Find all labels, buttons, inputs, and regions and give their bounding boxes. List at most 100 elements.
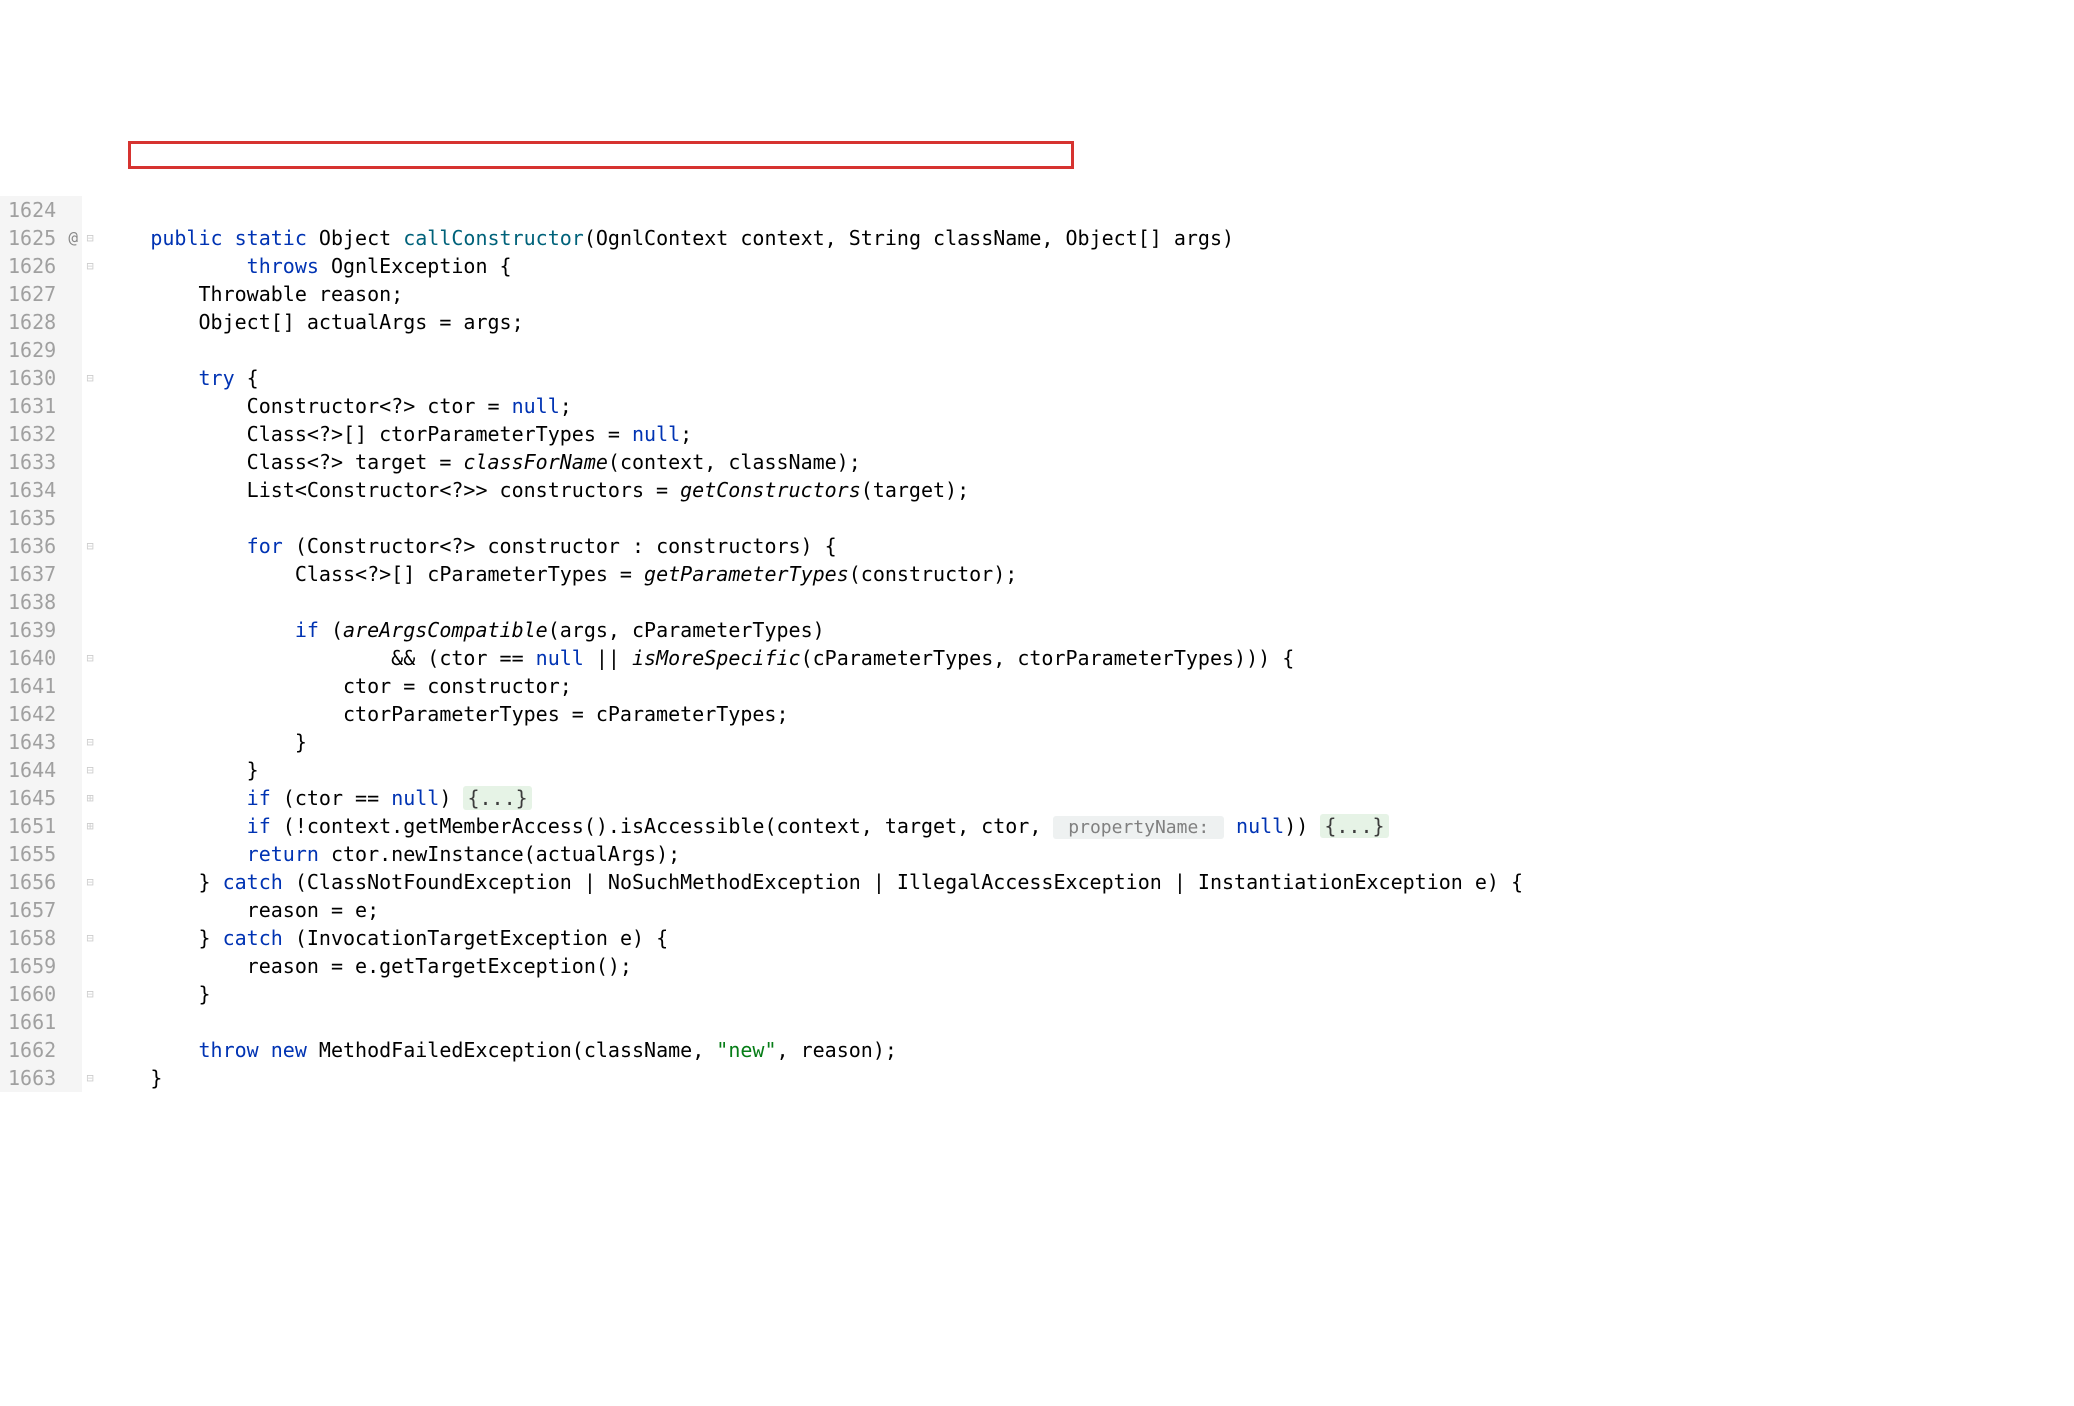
line-number[interactable]: 1624	[8, 196, 56, 224]
code-line[interactable]: } catch (ClassNotFoundException | NoSuch…	[102, 868, 1523, 896]
line-number[interactable]: 1625	[8, 224, 56, 252]
fold-toggle-icon	[82, 672, 98, 700]
gutter-marker	[64, 616, 82, 644]
fold-toggle-icon[interactable]: ⊟	[82, 364, 98, 392]
token-mname: callConstructor	[403, 226, 584, 250]
code-line[interactable]	[102, 196, 1523, 224]
line-number[interactable]: 1635	[8, 504, 56, 532]
code-line[interactable]	[102, 1008, 1523, 1036]
token-kw: public	[150, 226, 222, 250]
line-number[interactable]: 1627	[8, 280, 56, 308]
line-number[interactable]: 1657	[8, 896, 56, 924]
token: List<Constructor<?>> constructors =	[102, 478, 680, 502]
line-number[interactable]: 1641	[8, 672, 56, 700]
token-italic: isMoreSpecific	[632, 646, 801, 670]
fold-toggle-icon[interactable]: ⊟	[82, 1064, 98, 1092]
line-number[interactable]: 1633	[8, 448, 56, 476]
code-editor[interactable]: 1624162516261627162816291630163116321633…	[0, 112, 2074, 1120]
line-number[interactable]: 1660	[8, 980, 56, 1008]
code-line[interactable]: }	[102, 728, 1523, 756]
line-number[interactable]: 1638	[8, 588, 56, 616]
code-line[interactable]: ctor = constructor;	[102, 672, 1523, 700]
code-line[interactable]: } catch (InvocationTargetException e) {	[102, 924, 1523, 952]
line-number[interactable]: 1636	[8, 532, 56, 560]
fold-column[interactable]: ⊟⊟⊟⊟⊟⊟⊟⊞⊞⊟⊟⊟⊟	[82, 196, 98, 1092]
code-line[interactable]: throws OgnlException {	[102, 252, 1523, 280]
line-number[interactable]: 1637	[8, 560, 56, 588]
code-line[interactable]: public static Object callConstructor(Ogn…	[102, 224, 1523, 252]
fold-toggle-icon[interactable]: ⊟	[82, 868, 98, 896]
fold-toggle-icon[interactable]: ⊟	[82, 644, 98, 672]
fold-toggle-icon[interactable]: ⊟	[82, 532, 98, 560]
code-line[interactable]: for (Constructor<?> constructor : constr…	[102, 532, 1523, 560]
gutter-marker	[64, 504, 82, 532]
code-line[interactable]: List<Constructor<?>> constructors = getC…	[102, 476, 1523, 504]
code-line[interactable]: }	[102, 980, 1523, 1008]
fold-toggle-icon[interactable]: ⊞	[82, 784, 98, 812]
code-line[interactable]	[102, 504, 1523, 532]
line-number[interactable]: 1630	[8, 364, 56, 392]
line-number[interactable]: 1640	[8, 644, 56, 672]
code-line[interactable]: Throwable reason;	[102, 280, 1523, 308]
code-line[interactable]: ctorParameterTypes = cParameterTypes;	[102, 700, 1523, 728]
code-line[interactable]: reason = e.getTargetException();	[102, 952, 1523, 980]
code-line[interactable]: Class<?> target = classForName(context, …	[102, 448, 1523, 476]
code-line[interactable]: if (!context.getMemberAccess().isAccessi…	[102, 812, 1523, 840]
token-fold-badge[interactable]: {...}	[1320, 814, 1388, 838]
token-fold-badge[interactable]: {...}	[463, 786, 531, 810]
line-number[interactable]: 1663	[8, 1064, 56, 1092]
line-number[interactable]: 1658	[8, 924, 56, 952]
token-kw: catch	[223, 926, 283, 950]
code-line[interactable]: }	[102, 756, 1523, 784]
fold-toggle-icon[interactable]: ⊟	[82, 756, 98, 784]
fold-toggle-icon	[82, 336, 98, 364]
code-line[interactable]: Constructor<?> ctor = null;	[102, 392, 1523, 420]
fold-toggle-icon	[82, 476, 98, 504]
token: )	[439, 786, 463, 810]
fold-toggle-icon	[82, 448, 98, 476]
fold-toggle-icon[interactable]: ⊟	[82, 252, 98, 280]
fold-toggle-icon[interactable]: ⊟	[82, 980, 98, 1008]
fold-toggle-icon[interactable]: ⊟	[82, 224, 98, 252]
fold-toggle-icon[interactable]: ⊞	[82, 812, 98, 840]
code-line[interactable]: }	[102, 1064, 1523, 1092]
code-line[interactable]	[102, 336, 1523, 364]
code-line[interactable]: try {	[102, 364, 1523, 392]
token: OgnlException {	[319, 254, 512, 278]
line-number[interactable]: 1632	[8, 420, 56, 448]
code-line[interactable]: Class<?>[] cParameterTypes = getParamete…	[102, 560, 1523, 588]
code-line[interactable]: reason = e;	[102, 896, 1523, 924]
line-number[interactable]: 1629	[8, 336, 56, 364]
line-number-gutter[interactable]: 1624162516261627162816291630163116321633…	[0, 196, 64, 1092]
line-number[interactable]: 1642	[8, 700, 56, 728]
marker-column[interactable]: @	[64, 196, 82, 1092]
code-line[interactable]: if (ctor == null) {...}	[102, 784, 1523, 812]
line-number[interactable]: 1626	[8, 252, 56, 280]
line-number[interactable]: 1645	[8, 784, 56, 812]
line-number[interactable]: 1662	[8, 1036, 56, 1064]
gutter-marker[interactable]: @	[64, 224, 82, 252]
code-line[interactable]: throw new MethodFailedException(classNam…	[102, 1036, 1523, 1064]
code-line[interactable]: if (areArgsCompatible(args, cParameterTy…	[102, 616, 1523, 644]
line-number[interactable]: 1639	[8, 616, 56, 644]
line-number[interactable]: 1659	[8, 952, 56, 980]
token: (target);	[861, 478, 969, 502]
code-line[interactable]: Object[] actualArgs = args;	[102, 308, 1523, 336]
line-number[interactable]: 1628	[8, 308, 56, 336]
gutter-marker	[64, 672, 82, 700]
fold-toggle-icon[interactable]: ⊟	[82, 728, 98, 756]
line-number[interactable]: 1661	[8, 1008, 56, 1036]
code-line[interactable]: && (ctor == null || isMoreSpecific(cPara…	[102, 644, 1523, 672]
line-number[interactable]: 1656	[8, 868, 56, 896]
line-number[interactable]: 1655	[8, 840, 56, 868]
line-number[interactable]: 1634	[8, 476, 56, 504]
line-number[interactable]: 1651	[8, 812, 56, 840]
code-line[interactable]: return ctor.newInstance(actualArgs);	[102, 840, 1523, 868]
code-line[interactable]	[102, 588, 1523, 616]
line-number[interactable]: 1631	[8, 392, 56, 420]
line-number[interactable]: 1644	[8, 756, 56, 784]
line-number[interactable]: 1643	[8, 728, 56, 756]
code-area[interactable]: public static Object callConstructor(Ogn…	[98, 196, 1523, 1092]
fold-toggle-icon[interactable]: ⊟	[82, 924, 98, 952]
code-line[interactable]: Class<?>[] ctorParameterTypes = null;	[102, 420, 1523, 448]
